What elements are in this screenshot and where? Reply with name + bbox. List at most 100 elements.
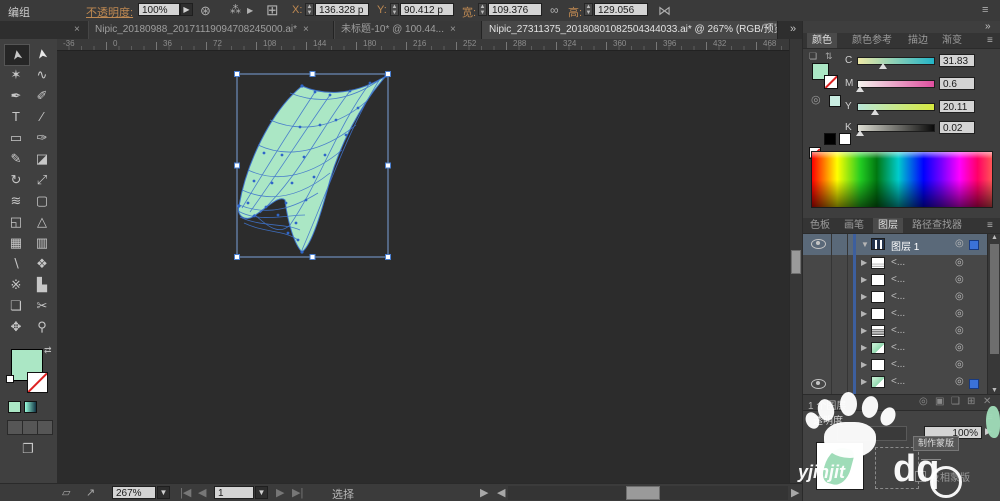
last-artboard-icon[interactable]: ▶| — [292, 484, 303, 501]
target-circle-icon[interactable]: ◎ — [955, 238, 964, 249]
layer-thumbnail[interactable] — [871, 257, 885, 269]
panel-menu-icon[interactable]: ≡ — [982, 0, 988, 21]
slice-tool[interactable]: ✂ — [30, 296, 54, 316]
type-tool[interactable]: T — [4, 107, 28, 127]
artboard-number-input[interactable]: 1 — [214, 486, 254, 499]
eyedropper-tool[interactable]: ∖ — [4, 254, 28, 274]
target-circle-icon[interactable]: ◎ — [955, 342, 964, 353]
sublayer-name[interactable]: <... — [891, 291, 905, 302]
target-circle-icon[interactable]: ◎ — [955, 308, 964, 319]
tab-stroke[interactable]: 描边 — [903, 33, 933, 48]
yellow-slider-track[interactable] — [857, 103, 935, 111]
layers-scrollbar-thumb[interactable] — [990, 244, 999, 354]
first-artboard-icon[interactable]: |◀ — [180, 484, 191, 501]
recolor-artwork-icon[interactable]: ⊛ — [200, 0, 211, 21]
scroll-down-icon[interactable]: ▼ — [991, 387, 998, 394]
selection-indicator[interactable] — [969, 240, 979, 250]
cyan-value-input[interactable]: 31.83 — [939, 54, 975, 67]
yellow-value-input[interactable]: 20.11 — [939, 100, 975, 113]
screen-mode-button[interactable]: ❐ — [16, 439, 40, 459]
tab-layers[interactable]: 图层 — [873, 218, 903, 233]
new-layer-icon[interactable]: ⊞ — [967, 396, 975, 407]
target-circle-icon[interactable]: ◎ — [955, 359, 964, 370]
x-input[interactable]: 136.328 p — [315, 3, 369, 16]
white-swatch[interactable] — [839, 133, 851, 145]
artboard-nav-icon[interactable]: ▱ — [62, 484, 70, 501]
mask-thumbnail-slot[interactable] — [875, 447, 919, 489]
width-stepper[interactable]: ▲▼ — [478, 3, 487, 16]
layer-thumbnail[interactable] — [871, 325, 885, 337]
panel-menu-icon[interactable]: ≡ — [987, 220, 993, 231]
horizontal-ruler[interactable]: -360367210814418021625228832436039643246… — [57, 39, 789, 51]
height-stepper[interactable]: ▲▼ — [584, 3, 593, 16]
lasso-tool[interactable]: ∿ — [30, 65, 54, 85]
chevron-down-icon[interactable]: ▶ — [247, 0, 253, 21]
sublayer-name[interactable]: <... — [891, 325, 905, 336]
horizontal-scrollbar[interactable] — [508, 486, 788, 500]
invert-mask-checkbox[interactable]: 反相蒙版 — [915, 469, 970, 484]
align-dropdown-icon[interactable]: ⁂ — [230, 0, 241, 21]
gradient-tool[interactable]: ▥ — [30, 233, 54, 253]
shape-builder-tool[interactable]: ◱ — [4, 212, 28, 232]
sublayer-name[interactable]: <... — [891, 359, 905, 370]
expand-triangle-icon[interactable]: ▼ — [861, 240, 869, 249]
curvature-tool[interactable]: ✐ — [30, 86, 54, 106]
drawing-modes-bar[interactable] — [7, 420, 53, 435]
scroll-up-icon[interactable]: ▲ — [991, 234, 998, 241]
target-circle-icon[interactable]: ◎ — [955, 257, 964, 268]
pen-tool[interactable]: ✒ — [4, 86, 28, 106]
tab-pathfinder[interactable]: 路径查找器 — [907, 218, 967, 233]
pencil-tool[interactable]: ✎ — [4, 149, 28, 169]
transform-icon[interactable]: ⋈ — [658, 0, 671, 21]
layer-thumbnail[interactable] — [871, 308, 885, 320]
checkbox-icon[interactable] — [915, 471, 926, 482]
close-icon[interactable]: × — [450, 24, 456, 35]
width-input[interactable]: 109.376 — [488, 3, 542, 16]
locate-object-icon[interactable]: ◎ — [919, 396, 928, 407]
h-scroll-left-icon[interactable]: ◀ — [497, 484, 505, 501]
selection-tool[interactable]: ➤ — [4, 44, 30, 66]
new-sublayer-icon[interactable]: ❑ — [951, 396, 960, 407]
sublayer-name[interactable]: <... — [891, 308, 905, 319]
prev-artboard-icon[interactable]: ◀ — [198, 484, 206, 501]
tab-brushes[interactable]: 画笔 — [839, 218, 869, 233]
sublayer-name[interactable]: <... — [891, 274, 905, 285]
default-fill-stroke-icon[interactable] — [6, 375, 14, 383]
target-circle-icon[interactable]: ◎ — [955, 291, 964, 302]
tab-gradient[interactable]: 渐变 — [937, 33, 967, 48]
opacity-dropdown-icon[interactable]: ▶ — [180, 3, 193, 16]
scale-tool[interactable]: ⤢ — [30, 170, 54, 190]
document-tab-3-active[interactable]: Nipic_27311375_20180801082504344033.ai* … — [482, 21, 778, 39]
dock-collapse-right-icon[interactable]: » — [985, 21, 991, 32]
status-expand-icon[interactable]: ▶ — [480, 484, 488, 501]
cyan-slider-thumb[interactable] — [879, 63, 887, 69]
dock-collapse-icon[interactable]: » — [790, 23, 796, 35]
layers-scrollbar[interactable]: ▲ ▼ — [987, 234, 1000, 394]
magenta-slider-track[interactable] — [857, 80, 935, 88]
make-mask-icon[interactable]: ▣ — [935, 396, 944, 407]
magic-wand-tool[interactable]: ✶ — [4, 65, 28, 85]
zoom-tool[interactable]: ⚲ — [30, 317, 54, 337]
eraser-tool[interactable]: ◪ — [30, 149, 54, 169]
tab-close-icon[interactable]: × — [74, 24, 80, 35]
target-circle-icon[interactable]: ◎ — [955, 376, 964, 387]
sublayer-name[interactable]: <... — [891, 257, 905, 268]
sublayer-name[interactable]: <... — [891, 342, 905, 353]
x-stepper[interactable]: ▲▼ — [305, 3, 314, 16]
next-artboard-icon[interactable]: ▶ — [276, 484, 284, 501]
rotate-tool[interactable]: ↻ — [4, 170, 28, 190]
vertical-scrollbar[interactable] — [789, 39, 802, 483]
mesh-artwork[interactable] — [230, 65, 400, 265]
layer-thumbnail[interactable] — [871, 342, 885, 354]
black-slider-thumb[interactable] — [856, 130, 864, 136]
canvas[interactable]: -360367210814418021625228832436039643246… — [57, 39, 789, 483]
mesh-tool[interactable]: ▦ — [4, 233, 28, 253]
black-swatch[interactable] — [824, 133, 836, 145]
visibility-eye-icon[interactable] — [811, 239, 826, 249]
artboard-dropdown-icon[interactable]: ▼ — [255, 486, 268, 499]
blend-mode-dropdown[interactable] — [837, 426, 907, 441]
tab-transparency[interactable]: 透明度 — [813, 412, 843, 427]
horizontal-scrollbar-thumb[interactable] — [626, 486, 660, 500]
blend-tool[interactable]: ❖ — [30, 254, 54, 274]
object-thumbnail[interactable] — [816, 442, 864, 490]
